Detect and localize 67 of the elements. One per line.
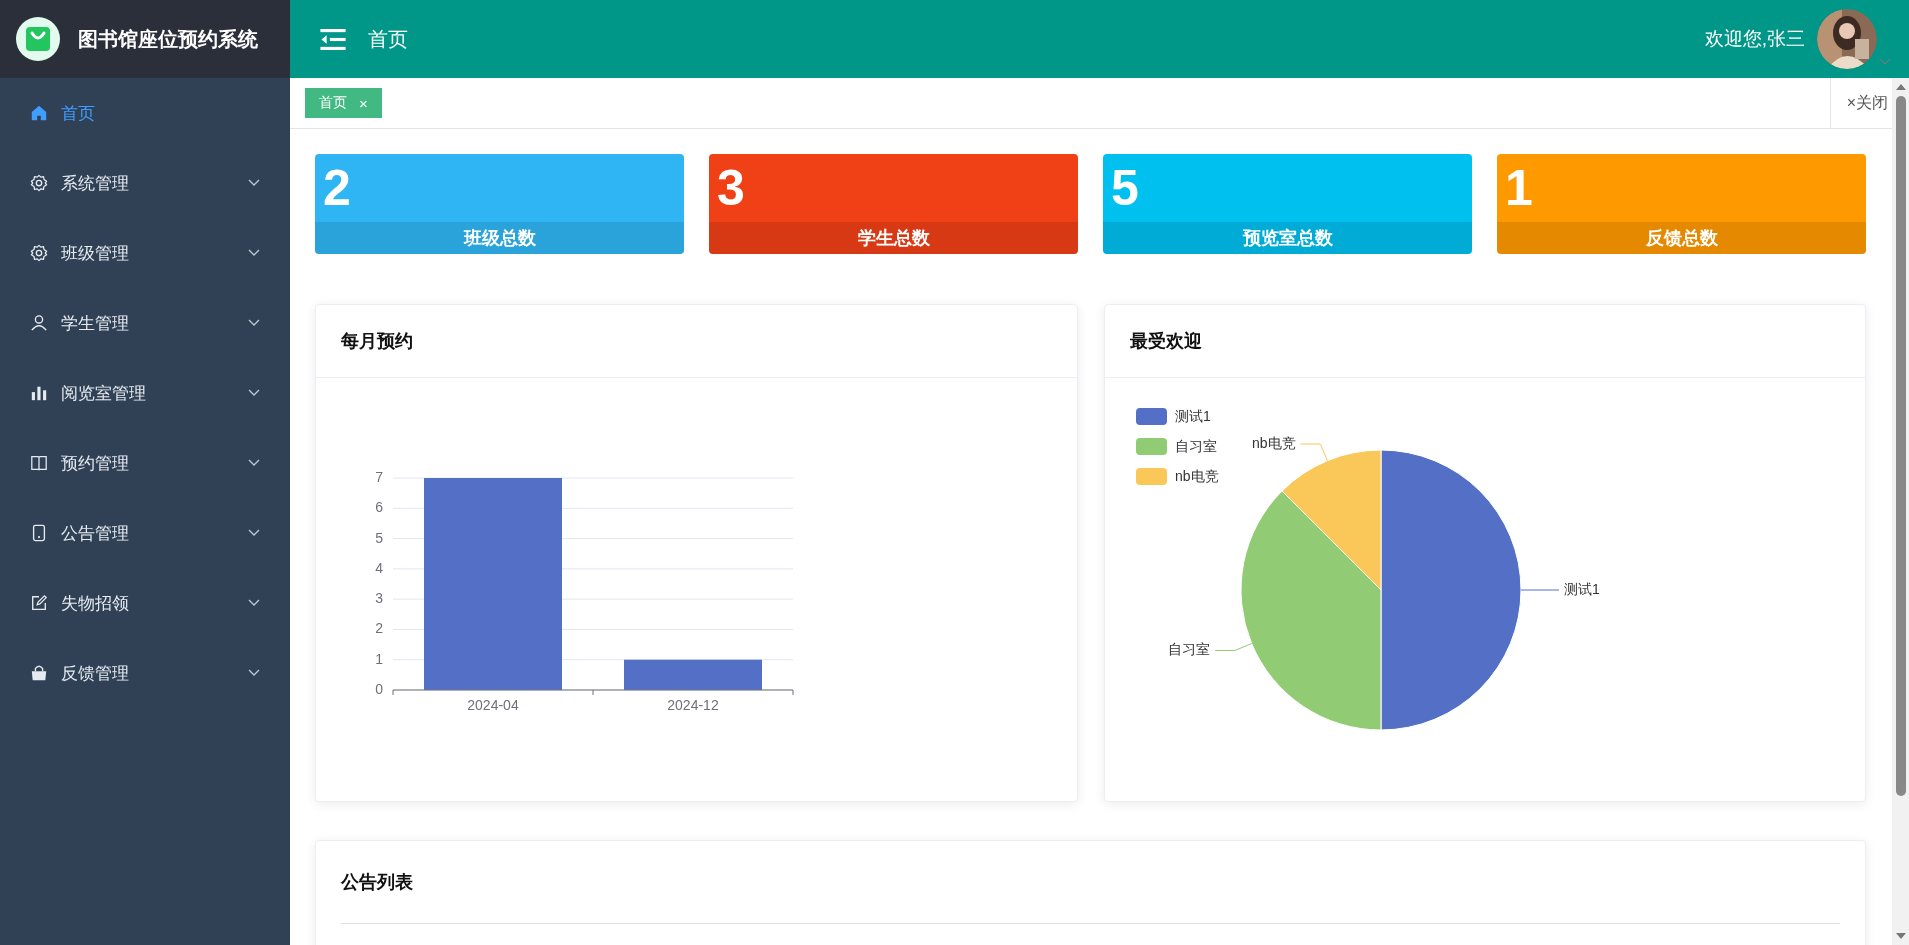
axis-category-label: 2024-12 [667, 697, 719, 713]
scroll-up-icon[interactable] [1895, 84, 1906, 90]
chevron-down-icon [248, 319, 260, 327]
card-title: 每月预约 [341, 330, 413, 353]
tablet-icon [30, 524, 48, 542]
person-icon [30, 314, 48, 332]
stat-value: 5 [1110, 159, 1140, 218]
legend-swatch [1135, 408, 1167, 425]
axis-tick-label: 1 [375, 650, 383, 667]
slice-label: 自习室 [1167, 641, 1210, 658]
sidebar-item[interactable]: 反馈管理 [0, 638, 290, 708]
stat-label: 班级总数 [315, 222, 684, 254]
axis-tick-label: 4 [375, 559, 383, 576]
sidebar-item[interactable]: 学生管理 [0, 288, 290, 358]
legend-swatch [1135, 468, 1167, 485]
stat-label: 反馈总数 [1497, 222, 1866, 254]
chevron-down-icon [248, 179, 260, 187]
axis-tick-label: 0 [375, 681, 383, 697]
axis-tick-label: 6 [375, 499, 383, 516]
slice-label: nb电竞 [1251, 435, 1296, 452]
welcome-text: 欢迎您,张三 [1704, 27, 1805, 51]
menu-icon[interactable] [320, 28, 346, 50]
leader-line [1299, 443, 1328, 462]
sidebar-item[interactable]: 预约管理 [0, 428, 290, 498]
settings-icon [30, 244, 48, 262]
legend-label[interactable]: 自习室 [1174, 438, 1217, 454]
edit-icon [30, 594, 48, 612]
stat-value: 1 [1504, 159, 1534, 218]
chevron-down-icon [248, 599, 260, 607]
chevron-down-icon [248, 669, 260, 677]
app-title: 图书馆座位预约系统 [78, 25, 258, 53]
bar-chart-icon [30, 384, 48, 402]
axis-tick-label: 2 [375, 620, 383, 637]
legend-label[interactable]: 测试1 [1174, 408, 1211, 424]
sidebar-item[interactable]: 失物招领 [0, 568, 290, 638]
axis-tick-label: 3 [375, 590, 383, 607]
page-title: 首页 [368, 26, 408, 52]
bag-icon [30, 664, 48, 682]
legend-swatch [1135, 438, 1167, 455]
stat-value: 2 [322, 159, 352, 218]
card-title: 公告列表 [341, 871, 413, 894]
axis-category-label: 2024-04 [467, 697, 519, 713]
card-title: 最受欢迎 [1129, 330, 1202, 353]
slice-label: 测试1 [1563, 581, 1600, 597]
sidebar-item[interactable]: 首页 [0, 78, 290, 148]
scrollbar[interactable] [1892, 78, 1909, 945]
sidebar-item[interactable]: 阅览室管理 [0, 358, 290, 428]
scroll-down-icon[interactable] [1895, 933, 1906, 939]
leader-line [1214, 643, 1252, 651]
chevron-down-icon [248, 249, 260, 257]
axis-tick-label: 5 [375, 529, 383, 546]
legend-label[interactable]: nb电竞 [1174, 468, 1219, 484]
settings-icon [30, 174, 48, 192]
sidebar-item[interactable]: 公告管理 [0, 498, 290, 568]
stat-label: 学生总数 [709, 222, 1078, 254]
book-icon [30, 454, 48, 472]
axis-tick-label: 7 [375, 469, 383, 485]
chevron-down-icon [248, 459, 260, 467]
stat-value: 3 [716, 159, 746, 218]
chevron-down-icon [248, 529, 260, 537]
home-icon [30, 104, 48, 122]
sidebar-item[interactable]: 系统管理 [0, 148, 290, 218]
stat-label: 预览室总数 [1103, 222, 1472, 254]
chevron-down-icon [248, 389, 260, 397]
sidebar-item[interactable]: 班级管理 [0, 218, 290, 288]
shopping-bag-logo-icon [16, 17, 60, 61]
leader-line [1520, 589, 1559, 591]
